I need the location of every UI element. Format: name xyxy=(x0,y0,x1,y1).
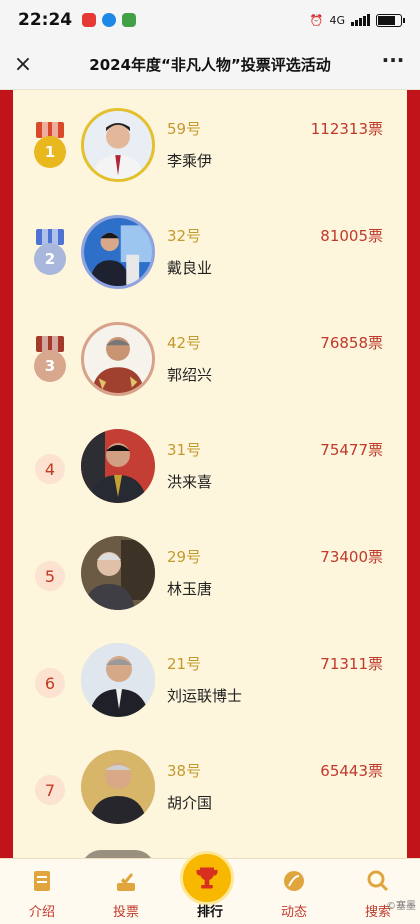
avatar[interactable] xyxy=(81,429,155,503)
candidate-name: 林玉唐 xyxy=(167,580,213,598)
document-icon xyxy=(34,871,50,891)
candidate-number: 59号 xyxy=(167,120,202,138)
status-indicators: ⏰ 4G xyxy=(309,13,405,27)
nav-vote[interactable]: 投票 xyxy=(84,859,168,924)
rank-item[interactable]: 1 59号 李乘伊 112313票 xyxy=(13,90,407,197)
rank-item[interactable]: 4 31号 洪来喜 75477票 xyxy=(13,411,407,518)
candidate-name: 洪来喜 xyxy=(167,473,213,491)
candidate-name: 郭绍兴 xyxy=(167,366,213,384)
trophy-icon xyxy=(180,851,234,905)
status-time: 22:24 xyxy=(18,10,73,30)
candidate-name: 胡介国 xyxy=(167,794,213,812)
candidate-name: 李乘伊 xyxy=(167,152,213,170)
page-title: 2024年度“非凡人物”投票评选活动 xyxy=(89,56,331,74)
nav-vote-label: 投票 xyxy=(112,905,139,920)
vote-count: 76858票 xyxy=(320,334,383,352)
close-button[interactable]: × xyxy=(10,52,36,78)
app-notification-icon xyxy=(82,13,97,27)
nav-intro-label: 介绍 xyxy=(28,905,55,920)
rank-number: 7 xyxy=(35,775,65,805)
app-notification-icon xyxy=(102,13,117,27)
more-menu-button[interactable]: ··· xyxy=(380,50,406,76)
decorative-border-right xyxy=(407,90,420,858)
avatar[interactable] xyxy=(81,750,155,824)
avatar xyxy=(81,850,155,858)
rank-item[interactable]: 6 21号 刘运联博士 71311票 xyxy=(13,625,407,732)
nav-rank[interactable]: 排行 xyxy=(168,851,252,924)
bottom-nav: 介绍 投票 排行 动态 搜索 ©塞墨 xyxy=(0,851,420,924)
vote-count: 75477票 xyxy=(320,441,383,459)
avatar[interactable] xyxy=(81,643,155,717)
gold-medal-icon: 1 xyxy=(33,122,67,168)
signal-icon xyxy=(351,14,370,26)
vote-count: 73400票 xyxy=(320,548,383,566)
candidate-name: 戴良业 xyxy=(167,259,213,277)
nav-rank-label: 排行 xyxy=(196,905,223,920)
rank-item[interactable]: 3 42号 郭绍兴 76858票 xyxy=(13,304,407,411)
status-bar: 22:24 ⏰ 4G xyxy=(0,0,420,40)
candidate-number: 31号 xyxy=(167,441,202,459)
avatar[interactable] xyxy=(81,215,155,289)
avatar[interactable] xyxy=(81,536,155,610)
rank-item[interactable]: 5 29号 林玉唐 73400票 xyxy=(13,518,407,625)
avatar[interactable] xyxy=(81,322,155,396)
rank-number: 4 xyxy=(35,454,65,484)
ranking-list[interactable]: 1 59号 李乘伊 112313票 2 32号 戴良业 81005票 3 42号… xyxy=(0,90,420,858)
candidate-number: 38号 xyxy=(167,762,202,780)
nav-intro[interactable]: 介绍 xyxy=(0,859,84,924)
search-icon xyxy=(367,870,389,892)
rank-item[interactable]: 7 38号 胡介国 65443票 xyxy=(13,732,407,839)
vote-count: 81005票 xyxy=(320,227,383,245)
candidate-number: 21号 xyxy=(167,655,202,673)
alarm-icon: ⏰ xyxy=(309,13,324,27)
candidate-number: 29号 xyxy=(167,548,202,566)
status-notification-icons xyxy=(82,13,137,27)
avatar[interactable] xyxy=(81,108,155,182)
battery-icon xyxy=(376,13,405,27)
vote-count: 71311票 xyxy=(320,655,383,673)
vote-count: 65443票 xyxy=(320,762,383,780)
nav-news-label: 动态 xyxy=(280,905,307,920)
watermark: ©塞墨 xyxy=(386,901,416,912)
vote-icon xyxy=(117,873,135,891)
candidate-number: 32号 xyxy=(167,227,202,245)
app-notification-icon xyxy=(122,13,137,27)
candidate-name: 刘运联博士 xyxy=(167,687,243,705)
rank-item[interactable]: 2 32号 戴良业 81005票 xyxy=(13,197,407,304)
rank-number: 6 xyxy=(35,668,65,698)
nav-news[interactable]: 动态 xyxy=(252,859,336,924)
decorative-border-left xyxy=(0,90,13,858)
bronze-medal-icon: 3 xyxy=(33,336,67,382)
silver-medal-icon: 2 xyxy=(33,229,67,275)
leaf-icon xyxy=(284,871,304,891)
network-type: 4G xyxy=(329,13,345,27)
rank-number: 5 xyxy=(35,561,65,591)
vote-count: 112313票 xyxy=(310,120,383,138)
nav-search[interactable]: 搜索 ©塞墨 xyxy=(336,859,420,924)
candidate-number: 42号 xyxy=(167,334,202,352)
title-bar: × 2024年度“非凡人物”投票评选活动 ··· xyxy=(0,40,420,90)
